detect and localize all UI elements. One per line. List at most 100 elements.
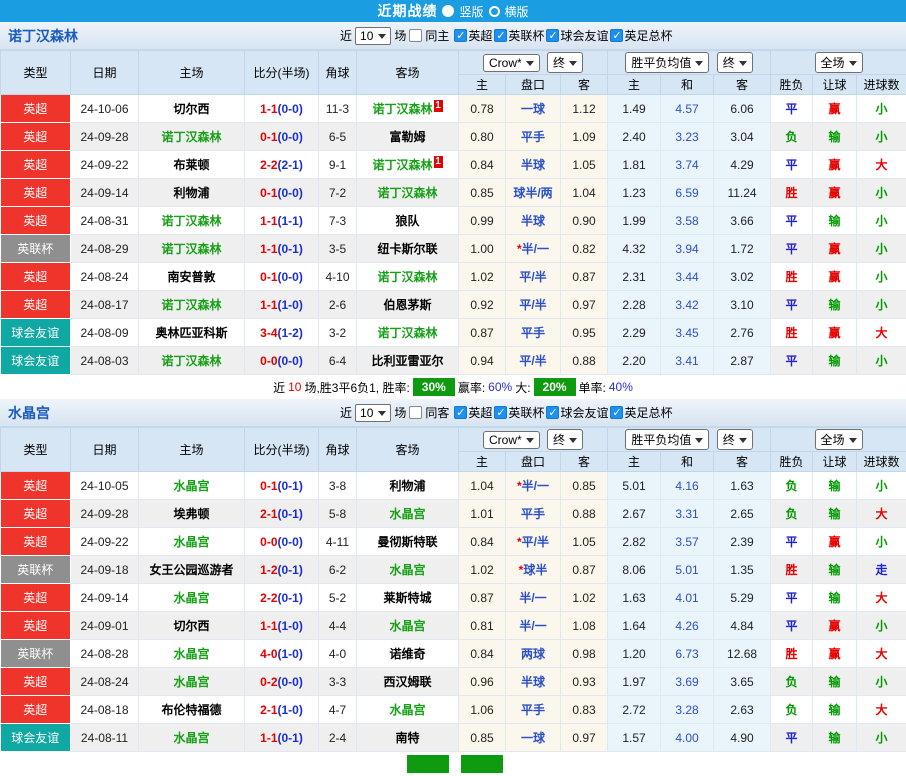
away-team[interactable]: 曼彻斯特联 [357,528,459,556]
result-goals: 小 [857,95,906,123]
col-header-handicap: 盘口 [506,452,561,472]
team-name[interactable]: 水晶宫 [0,403,340,423]
col-header-away: 客场 [357,428,459,472]
away-team-name: 诺丁汉森林 [377,186,437,200]
home-team[interactable]: 女王公园巡游者 [139,556,245,584]
result-handicap: 赢 [813,640,857,668]
home-team[interactable]: 诺丁汉森林 [139,235,245,263]
away-odds: 0.88 [561,347,608,375]
checkbox-checked-icon[interactable]: ✓ [610,406,623,419]
home-team[interactable]: 水晶宫 [139,528,245,556]
avg-win-odds: 1.97 [608,668,661,696]
away-team[interactable]: 水晶宫 [357,612,459,640]
away-team[interactable]: 狼队 [357,207,459,235]
avg-select[interactable]: 胜平负均值 [625,52,709,73]
home-team[interactable]: 切尔西 [139,95,245,123]
home-team[interactable]: 水晶宫 [139,668,245,696]
league-filter-2[interactable]: ✓英联杯 [494,404,544,421]
away-team[interactable]: 比利亚雷亚尔 [357,347,459,375]
odds-final-value: 终 [553,54,565,71]
away-team[interactable]: 诺丁汉森林 [357,263,459,291]
away-team[interactable]: 富勒姆 [357,123,459,151]
league-filter-2[interactable]: ✓英联杯 [494,27,544,44]
avg-loss-odds: 6.06 [714,95,771,123]
avg-draw-odds: 3.41 [661,347,714,375]
avg-draw-odds: 5.01 [661,556,714,584]
avg-loss-odds: 4.90 [714,724,771,752]
checkbox-checked-icon[interactable]: ✓ [494,29,507,42]
match-count-select[interactable]: 10 [355,404,391,422]
match-row: 英超24-08-24水晶宫0-2(0-0)3-3西汉姆联0.96半球0.931.… [1,668,906,696]
result-goals: 小 [857,235,906,263]
team-name[interactable]: 诺丁汉森林 [0,26,340,46]
home-team[interactable]: 诺丁汉森林 [139,207,245,235]
fullmatch-select[interactable]: 全场 [815,429,863,450]
away-team[interactable]: 西汉姆联 [357,668,459,696]
avg-final-select[interactable]: 终 [717,429,753,450]
avg-draw-odds: 4.16 [661,472,714,500]
away-team[interactable]: 诺丁汉森林1 [357,95,459,123]
odds-final-select[interactable]: 终 [547,52,583,73]
checkbox-checked-icon[interactable]: ✓ [454,29,467,42]
home-team[interactable]: 布伦特福德 [139,696,245,724]
radio-vertical-selected-icon[interactable] [442,5,454,17]
league-type-badge: 英超 [1,612,71,640]
match-row: 英超24-09-28埃弗顿2-1(0-1)5-8水晶宫1.01平手0.882.6… [1,500,906,528]
col-header-handicap-result: 让球 [813,452,857,472]
home-team[interactable]: 水晶宫 [139,472,245,500]
home-team[interactable]: 诺丁汉森林 [139,123,245,151]
checkbox-checked-icon[interactable]: ✓ [454,406,467,419]
radio-vertical-label[interactable]: 竖版 [459,3,483,20]
away-team[interactable]: 水晶宫 [357,556,459,584]
fullmatch-group-header: 全场 [771,51,906,75]
odds-company-select[interactable]: Crow* [483,431,540,449]
home-team[interactable]: 诺丁汉森林 [139,347,245,375]
checkbox-checked-icon[interactable]: ✓ [546,406,559,419]
radio-horizontal-icon[interactable] [489,6,500,17]
away-team[interactable]: 诺丁汉森林 [357,179,459,207]
league-filter-4[interactable]: ✓英足总杯 [610,27,672,44]
odds-company-select[interactable]: Crow* [483,54,540,72]
checkbox-checked-icon[interactable]: ✓ [494,406,507,419]
radio-horizontal-label[interactable]: 横版 [505,3,529,20]
avg-draw-odds: 6.73 [661,640,714,668]
home-team[interactable]: 南安普敦 [139,263,245,291]
home-team[interactable]: 布莱顿 [139,151,245,179]
home-team[interactable]: 水晶宫 [139,724,245,752]
checkbox-checked-icon[interactable]: ✓ [610,29,623,42]
away-team[interactable]: 纽卡斯尔联 [357,235,459,263]
home-team[interactable]: 水晶宫 [139,584,245,612]
league-filter-3[interactable]: ✓球会友谊 [546,27,608,44]
away-team[interactable]: 水晶宫 [357,696,459,724]
away-team[interactable]: 伯恩茅斯 [357,291,459,319]
same-venue-checkbox[interactable] [409,406,422,419]
avg-final-select[interactable]: 终 [717,52,753,73]
result-handicap: 输 [813,207,857,235]
checkbox-checked-icon[interactable]: ✓ [546,29,559,42]
league-filter-1[interactable]: ✓英超 [454,27,492,44]
halftime-score: (0-0) [278,102,303,116]
away-team[interactable]: 南特 [357,724,459,752]
away-team[interactable]: 诺维奇 [357,640,459,668]
away-team[interactable]: 利物浦 [357,472,459,500]
home-team[interactable]: 诺丁汉森林 [139,291,245,319]
home-team[interactable]: 埃弗顿 [139,500,245,528]
home-team[interactable]: 奥林匹亚科斯 [139,319,245,347]
league-filter-1[interactable]: ✓英超 [454,404,492,421]
home-team[interactable]: 利物浦 [139,179,245,207]
home-team[interactable]: 水晶宫 [139,640,245,668]
match-count-select[interactable]: 10 [355,27,391,45]
handicap: *半/一 [506,472,561,500]
same-venue-checkbox[interactable] [409,29,422,42]
league-filter-4[interactable]: ✓英足总杯 [610,404,672,421]
fullmatch-select[interactable]: 全场 [815,52,863,73]
odds-final-select[interactable]: 终 [547,429,583,450]
league-filter-3[interactable]: ✓球会友谊 [546,404,608,421]
away-team[interactable]: 诺丁汉森林 [357,319,459,347]
away-team[interactable]: 水晶宫 [357,500,459,528]
avg-select[interactable]: 胜平负均值 [625,429,709,450]
home-team[interactable]: 切尔西 [139,612,245,640]
away-team[interactable]: 诺丁汉森林1 [357,151,459,179]
match-date: 24-09-28 [71,500,139,528]
away-team[interactable]: 莱斯特城 [357,584,459,612]
